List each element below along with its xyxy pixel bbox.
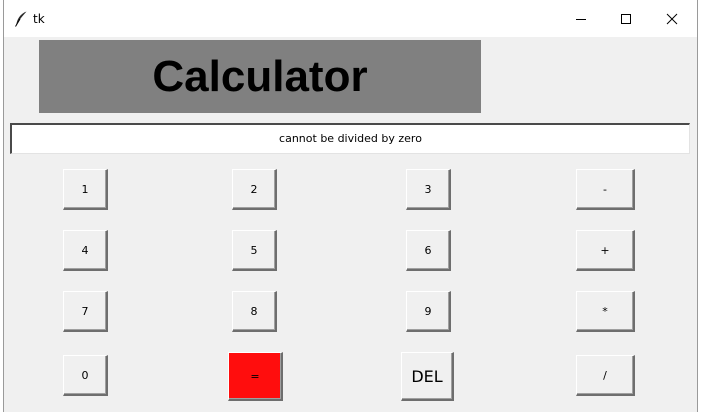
key-8[interactable]: 8 [232, 291, 277, 332]
calculator-heading: Calculator [39, 40, 481, 113]
key-2[interactable]: 2 [232, 169, 277, 210]
key-7[interactable]: 7 [63, 291, 108, 332]
maximize-button[interactable] [604, 6, 648, 32]
window-title: tk [33, 12, 45, 26]
maximize-icon [620, 13, 632, 25]
feather-icon [14, 11, 28, 27]
minimize-button[interactable] [559, 6, 603, 32]
key-5[interactable]: 5 [232, 230, 277, 271]
key-divide[interactable]: / [576, 355, 635, 396]
key-6[interactable]: 6 [406, 230, 451, 271]
title-bar[interactable]: tk [4, 0, 697, 37]
key-equals[interactable]: = [228, 352, 283, 401]
minimize-icon [575, 13, 587, 25]
close-button[interactable] [650, 6, 694, 32]
key-4[interactable]: 4 [63, 230, 108, 271]
key-1[interactable]: 1 [63, 169, 108, 210]
calculator-window: tk Calculator cannot be divided by zero … [3, 0, 698, 412]
key-delete[interactable]: DEL [401, 352, 454, 401]
calculator-display[interactable]: cannot be divided by zero [10, 123, 690, 154]
key-9[interactable]: 9 [406, 291, 451, 332]
key-3[interactable]: 3 [406, 169, 451, 210]
key-0[interactable]: 0 [63, 355, 108, 396]
close-icon [666, 13, 678, 25]
key-multiply[interactable]: * [576, 291, 635, 332]
key-plus[interactable]: + [576, 230, 635, 271]
key-minus[interactable]: - [576, 169, 635, 210]
